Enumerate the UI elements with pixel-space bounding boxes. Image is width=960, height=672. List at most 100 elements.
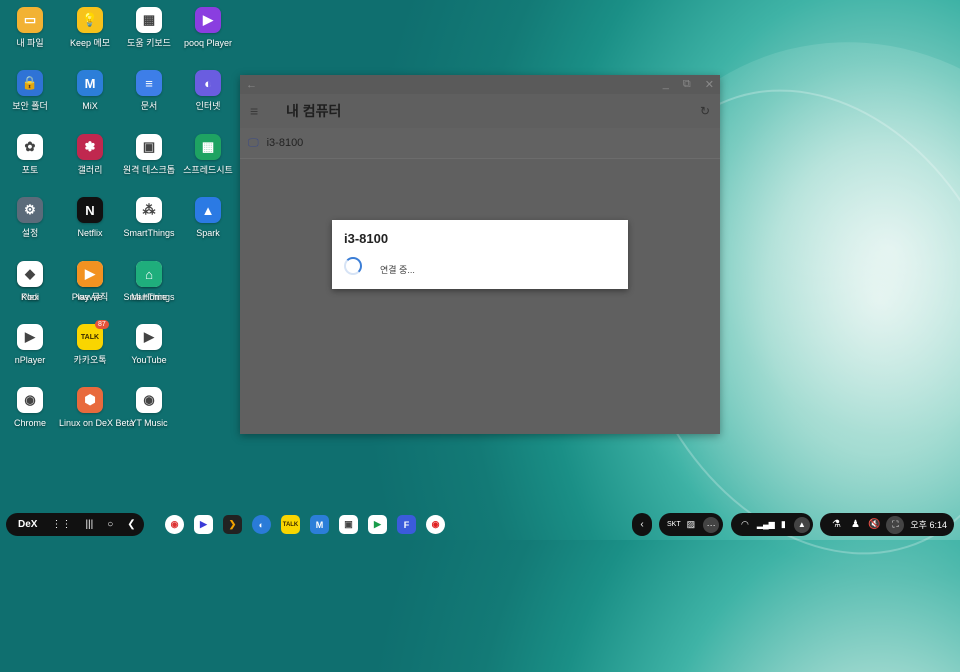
- computer-name: i3-8100: [266, 137, 304, 149]
- home-icon[interactable]: ○: [107, 519, 113, 530]
- app-label: nPlayer: [14, 355, 46, 365]
- window-titlebar[interactable]: ← _ ⧉ ✕: [240, 75, 720, 94]
- desktop-icon[interactable]: ⁂ SmartThings: [118, 197, 180, 239]
- desktop-icon[interactable]: N Netflix: [59, 197, 121, 239]
- dex-label[interactable]: DeX: [18, 519, 37, 530]
- app-label: Keep 메모: [69, 38, 111, 48]
- internet-taskbar-icon[interactable]: ◐: [252, 515, 271, 534]
- app-icon: ◆: [17, 261, 43, 287]
- play-store-taskbar-icon[interactable]: ▶: [368, 515, 387, 534]
- desktop-icon[interactable]: ◉ Chrome: [0, 387, 61, 429]
- app-label: 원격 데스크톱: [122, 165, 176, 175]
- hamburger-menu-icon[interactable]: ≡: [250, 103, 278, 119]
- desktop-icon[interactable]: ▦ 도움 키보드: [118, 7, 180, 49]
- desktop-icon[interactable]: ▣ 원격 데스크톱: [118, 134, 180, 176]
- desktop-icon[interactable]: ▶ Play 뮤직: [59, 261, 121, 303]
- recents-icon[interactable]: |||: [85, 519, 93, 530]
- person-icon[interactable]: ♟: [851, 519, 860, 530]
- dex-nav-bar: DeX ⋮⋮ ||| ○ ❮: [6, 513, 144, 536]
- screenshot-icon[interactable]: ⛶: [886, 515, 905, 534]
- desktop-icon[interactable]: ✿ 포토: [0, 134, 61, 176]
- desktop-icon[interactable]: 🔒 보안 폴더: [0, 70, 61, 112]
- app-label: 인터넷: [195, 101, 221, 111]
- loading-spinner-icon: [344, 257, 362, 275]
- refresh-icon[interactable]: ↻: [700, 104, 710, 118]
- mute-icon[interactable]: 🔇: [868, 519, 880, 530]
- desktop-icon[interactable]: ▲ Spark: [177, 197, 239, 239]
- remote-desktop-taskbar-icon[interactable]: ▣: [339, 515, 358, 534]
- back-arrow-icon[interactable]: ←: [246, 79, 257, 91]
- desktop-icon[interactable]: ⚙ 설정: [0, 197, 61, 239]
- desktop-icon[interactable]: ⌂ Mi Home: [118, 261, 180, 303]
- app-label: Kodi: [20, 292, 39, 302]
- computer-list-item[interactable]: 🖵 i3-8100: [240, 128, 720, 159]
- app-icon: ⁂: [136, 197, 162, 223]
- app-label: 내 파일: [16, 38, 44, 48]
- clock: 오후 6:14: [910, 520, 947, 530]
- app-icon: ▦: [136, 7, 162, 33]
- app-label: pooq Player: [183, 38, 233, 48]
- app-label: SmartThings: [123, 228, 175, 238]
- desktop-icon[interactable]: ✽ 갤러리: [59, 134, 121, 176]
- app-icon: 💡: [77, 7, 103, 33]
- app-label: Mi Home: [130, 292, 167, 302]
- app-icon: ✿: [17, 134, 43, 160]
- desktop-icon[interactable]: ◆ Kodi: [0, 261, 61, 303]
- status-pill[interactable]: ◠ ▂▄▆ ▮ ▲: [731, 513, 813, 536]
- close-icon[interactable]: ✕: [705, 78, 714, 91]
- app-label: 카카오톡: [73, 355, 107, 365]
- app-icon: ▶: [17, 324, 43, 350]
- wavve-taskbar-icon[interactable]: ▶: [194, 515, 213, 534]
- f-app-taskbar-icon[interactable]: F: [397, 515, 416, 534]
- app-icon: ≡: [136, 70, 162, 96]
- notification-pill[interactable]: SKT ▨ ···: [659, 513, 723, 536]
- quick-settings-pill[interactable]: ⚗ ♟ 🔇 ⛶ 오후 6:14: [820, 513, 954, 536]
- desktop-icon[interactable]: ▭ 내 파일: [0, 7, 61, 49]
- collapse-button[interactable]: ‹: [632, 513, 652, 536]
- desktop-icon[interactable]: TALK 카카오톡 87: [59, 320, 121, 366]
- desktop-icon[interactable]: M MiX: [59, 70, 121, 112]
- app-icon: ▶: [195, 7, 221, 33]
- app-icon: 🔒: [17, 70, 43, 96]
- mix-taskbar-icon[interactable]: M: [310, 515, 329, 534]
- battery-icon: ▮: [780, 519, 786, 529]
- desktop-icon[interactable]: 💡 Keep 메모: [59, 7, 121, 49]
- desktop-icon[interactable]: ◉ YT Music: [118, 387, 180, 429]
- yt-music-taskbar-icon[interactable]: ◉: [426, 515, 445, 534]
- kakaotalk-taskbar-icon[interactable]: TALK: [281, 515, 300, 534]
- app-label: 문서: [140, 101, 158, 111]
- apps-grid-icon[interactable]: ⋮⋮: [51, 519, 71, 530]
- minimize-icon[interactable]: _: [663, 78, 669, 91]
- desktop-icon[interactable]: ▦ 스프레드시트: [177, 134, 239, 176]
- app-icon: ◐: [195, 70, 221, 96]
- app-label: 도움 키보드: [127, 38, 171, 48]
- desktop-icon[interactable]: ◐ 인터넷: [177, 70, 239, 112]
- dialog-message: 연결 중...: [380, 265, 415, 275]
- desktop-icon[interactable]: ▶ YouTube: [118, 324, 180, 366]
- app-icon: ◉: [136, 387, 162, 413]
- app-label: MiX: [82, 101, 98, 111]
- app-icon: ▶: [77, 261, 103, 287]
- back-icon[interactable]: ❮: [127, 519, 135, 530]
- app-label: 갤러리: [77, 165, 103, 175]
- chrome-taskbar-icon[interactable]: ◉: [165, 515, 184, 534]
- app-label: YouTube: [131, 355, 167, 365]
- desktop-icon[interactable]: ▶ pooq Player: [177, 7, 239, 49]
- signal-icon: ▂▄▆: [756, 520, 775, 529]
- notification-badge: 87: [95, 320, 109, 329]
- lab-flask-icon[interactable]: ⚗: [832, 519, 841, 530]
- app-icon: N: [77, 197, 103, 223]
- desktop-icon[interactable]: ▶ nPlayer: [0, 324, 61, 366]
- more-icon[interactable]: ···: [703, 516, 720, 533]
- plex-taskbar-icon[interactable]: ❯: [223, 515, 242, 534]
- app-label: Netflix: [77, 228, 103, 238]
- gallery-notif-icon: ▨: [686, 519, 696, 529]
- desktop-icon[interactable]: ≡ 문서: [118, 70, 180, 112]
- expand-up-icon[interactable]: ▲: [793, 516, 810, 533]
- app-label: 포토: [21, 165, 39, 175]
- app-label: Play 뮤직: [71, 292, 109, 302]
- desktop-icon[interactable]: ⬢ Linux on DeX Beta: [59, 387, 134, 429]
- maximize-icon[interactable]: ⧉: [683, 78, 691, 91]
- app-icon: ⚙: [17, 197, 43, 223]
- app-icon: ⌂: [136, 261, 162, 287]
